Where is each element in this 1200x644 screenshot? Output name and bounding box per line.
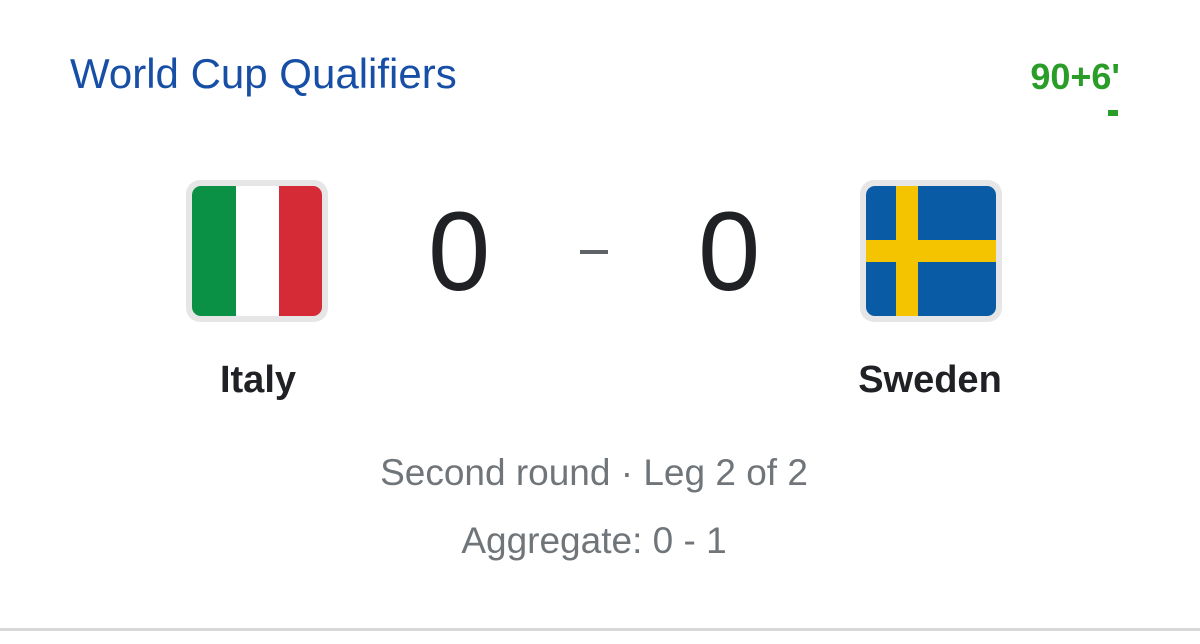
round-info: Second round · Leg 2 of 2 [380, 452, 808, 493]
away-team-flag[interactable] [860, 180, 1002, 322]
live-indicator [1108, 110, 1118, 116]
italy-flag-icon [192, 186, 322, 316]
competition-title[interactable]: World Cup Qualifiers [70, 48, 457, 100]
away-team-name[interactable]: Sweden [830, 356, 1030, 404]
home-score: 0 [428, 189, 491, 314]
card-divider [0, 628, 1200, 631]
score-separator [580, 250, 608, 254]
home-team-flag[interactable] [186, 180, 328, 322]
sweden-flag-icon [866, 186, 996, 316]
match-clock: 90+6' [1030, 56, 1120, 97]
aggregate-info: Aggregate: 0 - 1 [461, 520, 727, 561]
match-card[interactable]: World Cup Qualifiers 90+6' 0 0 Italy Swe… [0, 0, 1200, 630]
away-score: 0 [698, 189, 761, 314]
home-team-name[interactable]: Italy [158, 356, 358, 404]
